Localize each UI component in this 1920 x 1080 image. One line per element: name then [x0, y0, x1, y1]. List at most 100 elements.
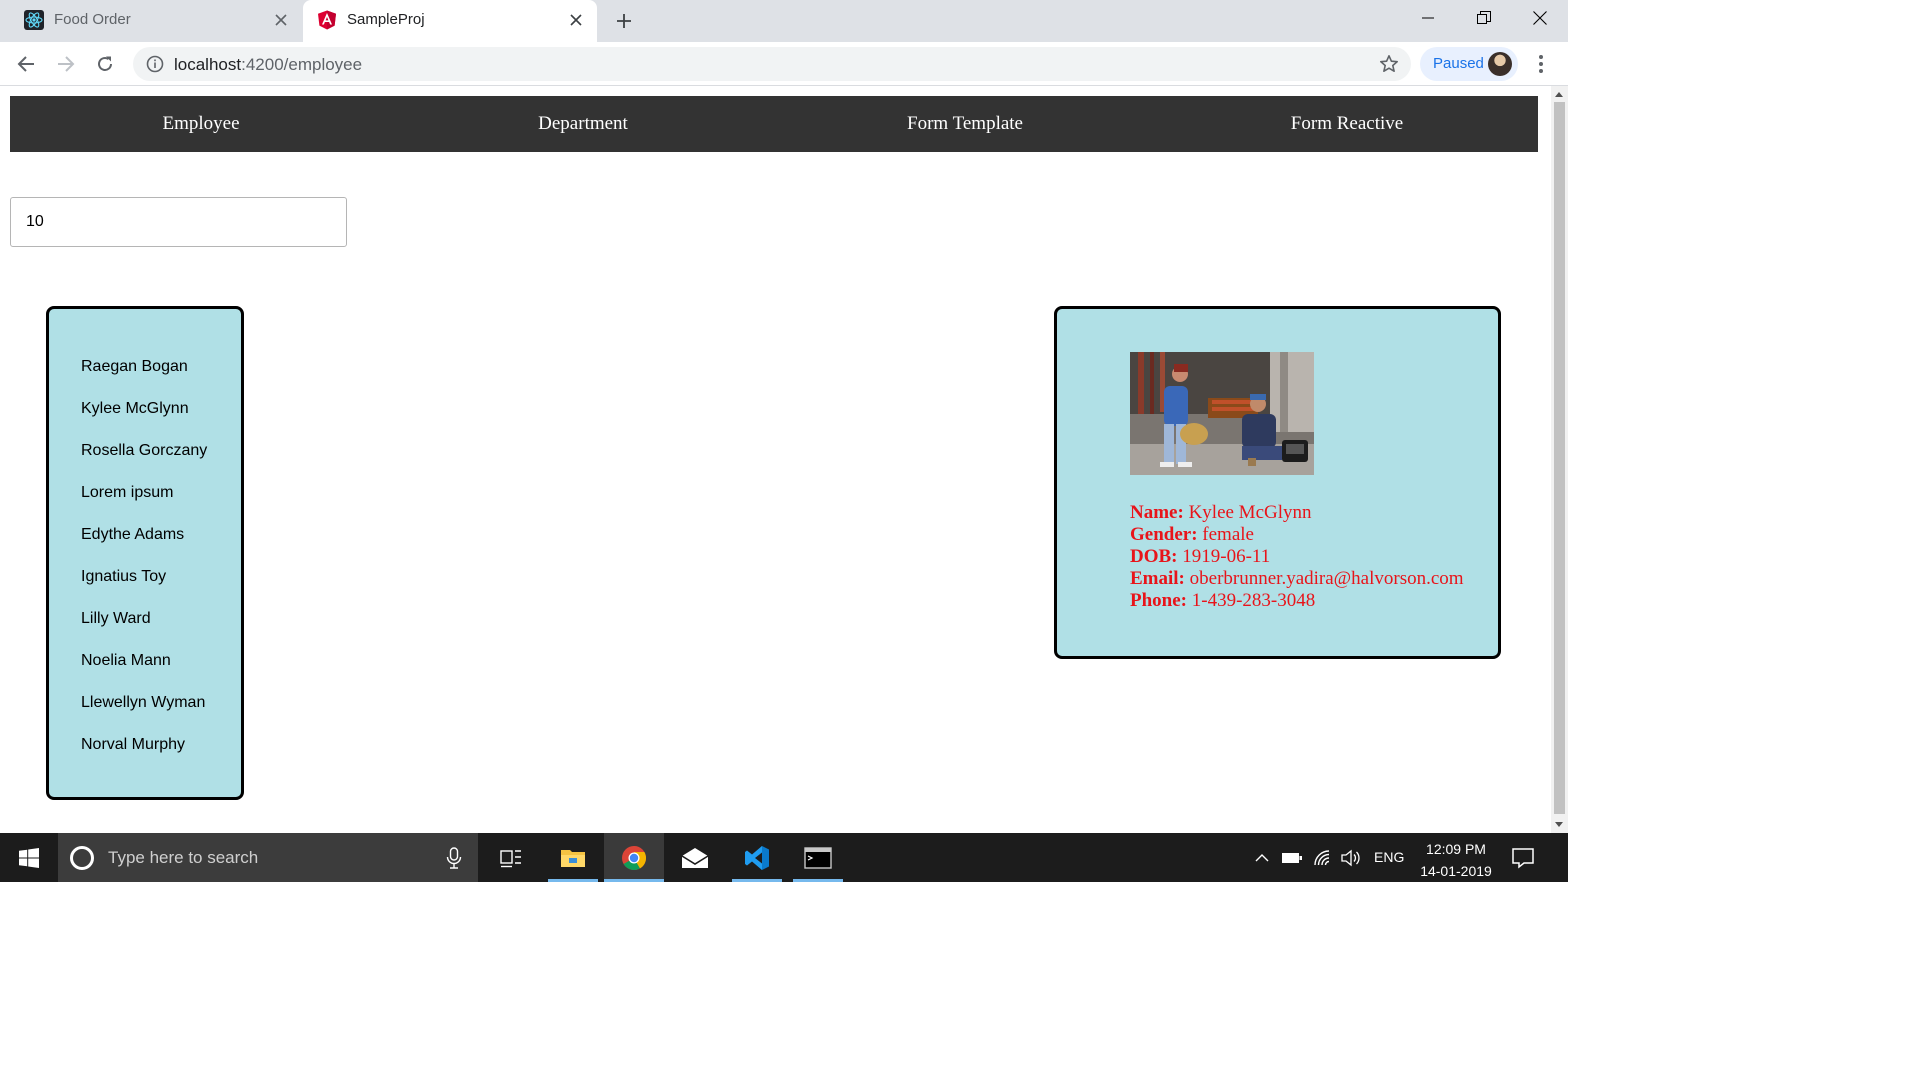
- angular-icon: [317, 10, 337, 30]
- employee-list-item[interactable]: Edythe Adams: [81, 512, 241, 554]
- forward-button[interactable]: [52, 50, 80, 78]
- employee-list: Raegan Bogan Kylee McGlynn Rosella Gorcz…: [46, 306, 244, 800]
- employee-list-item[interactable]: Llewellyn Wyman: [81, 680, 241, 722]
- nav-employee[interactable]: Employee: [10, 96, 392, 152]
- close-tab-icon[interactable]: [567, 11, 585, 29]
- detail-name: Kylee McGlynn: [1188, 502, 1312, 523]
- employee-detail-info: Name: Kylee McGlynn Gender: female DOB: …: [1130, 502, 1464, 612]
- browser-tab-strip: Food Order SampleProj: [0, 0, 1568, 42]
- close-icon: [1533, 11, 1547, 25]
- employee-list-item[interactable]: Ignatius Toy: [81, 554, 241, 596]
- app-nav-bar: Employee Department Form Template Form R…: [10, 96, 1538, 152]
- restore-button[interactable]: [1456, 0, 1512, 36]
- detail-phone-row: Phone: 1-439-283-3048: [1130, 590, 1464, 612]
- employee-detail-card: Name: Kylee McGlynn Gender: female DOB: …: [1054, 306, 1501, 659]
- back-button[interactable]: [12, 50, 40, 78]
- clock-time: 12:09 PM: [1426, 841, 1486, 857]
- detail-phone: 1-439-283-3048: [1191, 590, 1316, 611]
- microphone-icon[interactable]: [444, 846, 464, 870]
- detail-dob: 1919-06-11: [1182, 546, 1271, 567]
- detail-gender: female: [1202, 524, 1254, 545]
- volume-button[interactable]: [1338, 833, 1364, 882]
- address-bar[interactable]: localhost:4200/employee: [133, 47, 1411, 81]
- employee-photo: [1130, 352, 1314, 475]
- network-button[interactable]: [1310, 833, 1336, 882]
- nav-department[interactable]: Department: [392, 96, 774, 152]
- detail-label: Phone:: [1130, 590, 1187, 611]
- cortana-icon: [70, 846, 94, 870]
- speaker-icon: [1341, 849, 1360, 866]
- menu-button[interactable]: [1528, 50, 1554, 78]
- chevron-up-icon: [1255, 853, 1269, 861]
- battery-icon: [1282, 852, 1302, 863]
- employee-list-item[interactable]: Noelia Mann: [81, 638, 241, 680]
- minimize-button[interactable]: [1400, 0, 1456, 36]
- detail-label: Name:: [1130, 502, 1184, 523]
- url-path: :4200/employee: [241, 55, 363, 74]
- detail-email-row: Email: oberbrunner.yadira@halvorson.com: [1130, 568, 1464, 590]
- employee-count-input[interactable]: [10, 197, 347, 247]
- reload-button[interactable]: [91, 50, 119, 78]
- task-view-icon: [500, 849, 521, 867]
- scrollbar-thumb[interactable]: [1554, 102, 1565, 814]
- taskbar-search[interactable]: Type here to search: [58, 833, 478, 882]
- detail-email: oberbrunner.yadira@halvorson.com: [1189, 568, 1464, 589]
- windows-icon: [19, 847, 39, 868]
- file-explorer-button[interactable]: [548, 833, 598, 882]
- star-icon[interactable]: [1379, 54, 1399, 74]
- url-text[interactable]: localhost:4200/employee: [174, 55, 362, 75]
- detail-gender-row: Gender: female: [1130, 524, 1464, 546]
- wifi-icon: [1314, 849, 1330, 865]
- detail-label: DOB:: [1130, 546, 1178, 567]
- nav-form-template[interactable]: Form Template: [774, 96, 1156, 152]
- task-view-button[interactable]: [486, 833, 536, 882]
- show-hidden-icons-button[interactable]: [1250, 833, 1274, 882]
- vscode-button[interactable]: [732, 833, 782, 882]
- tab-title: Food Order: [54, 11, 131, 28]
- arrow-left-icon: [17, 56, 34, 72]
- page-scrollbar[interactable]: [1551, 86, 1568, 833]
- terminal-button[interactable]: [793, 833, 843, 882]
- tab-food-order[interactable]: Food Order: [0, 0, 302, 42]
- scroll-down-icon[interactable]: [1555, 822, 1563, 827]
- employee-list-item[interactable]: Rosella Gorczany: [81, 428, 241, 470]
- tab-title: SampleProj: [347, 11, 425, 28]
- detail-dob-row: DOB: 1919-06-11: [1130, 546, 1464, 568]
- scroll-up-icon[interactable]: [1555, 92, 1563, 97]
- employee-list-item[interactable]: Lorem ipsum: [81, 470, 241, 512]
- input-language[interactable]: ENG: [1374, 849, 1404, 865]
- reload-icon: [98, 56, 112, 71]
- info-icon[interactable]: [145, 54, 165, 74]
- new-tab-button[interactable]: [612, 9, 636, 33]
- terminal-icon: [804, 846, 832, 869]
- chrome-taskbar-button[interactable]: [604, 833, 664, 882]
- start-button[interactable]: [0, 833, 58, 882]
- nav-form-reactive[interactable]: Form Reactive: [1156, 96, 1538, 152]
- profile-button[interactable]: Paused: [1420, 47, 1518, 81]
- mail-icon: [681, 847, 709, 868]
- detail-label: Gender:: [1130, 524, 1198, 545]
- taskbar-clock[interactable]: 12:09 PM 14-01-2019: [1412, 838, 1500, 882]
- minimize-icon: [1422, 17, 1434, 19]
- restore-icon: [1477, 11, 1491, 24]
- detail-label: Email:: [1130, 568, 1185, 589]
- page-viewport: Employee Department Form Template Form R…: [0, 86, 1568, 833]
- profile-status: Paused: [1433, 55, 1484, 72]
- close-tab-icon[interactable]: [272, 11, 290, 29]
- vscode-icon: [745, 845, 769, 870]
- battery-button[interactable]: [1278, 833, 1306, 882]
- close-window-button[interactable]: [1512, 0, 1568, 36]
- avatar: [1488, 52, 1512, 76]
- employee-list-item[interactable]: Lilly Ward: [81, 596, 241, 638]
- mail-button[interactable]: [670, 833, 720, 882]
- employee-list-item[interactable]: Norval Murphy: [81, 722, 241, 764]
- action-center-icon[interactable]: [1510, 845, 1536, 871]
- url-host: localhost: [174, 55, 242, 74]
- employee-list-item[interactable]: Raegan Bogan: [81, 344, 241, 386]
- search-placeholder: Type here to search: [108, 848, 259, 867]
- tab-sampleproj[interactable]: SampleProj: [303, 0, 597, 42]
- employee-list-item[interactable]: Kylee McGlynn: [81, 386, 241, 428]
- windows-taskbar: Type here to search ENG 12:09 PM 14-01-2…: [0, 833, 1568, 882]
- chrome-icon: [622, 845, 647, 870]
- more-vert-icon: [1539, 55, 1543, 73]
